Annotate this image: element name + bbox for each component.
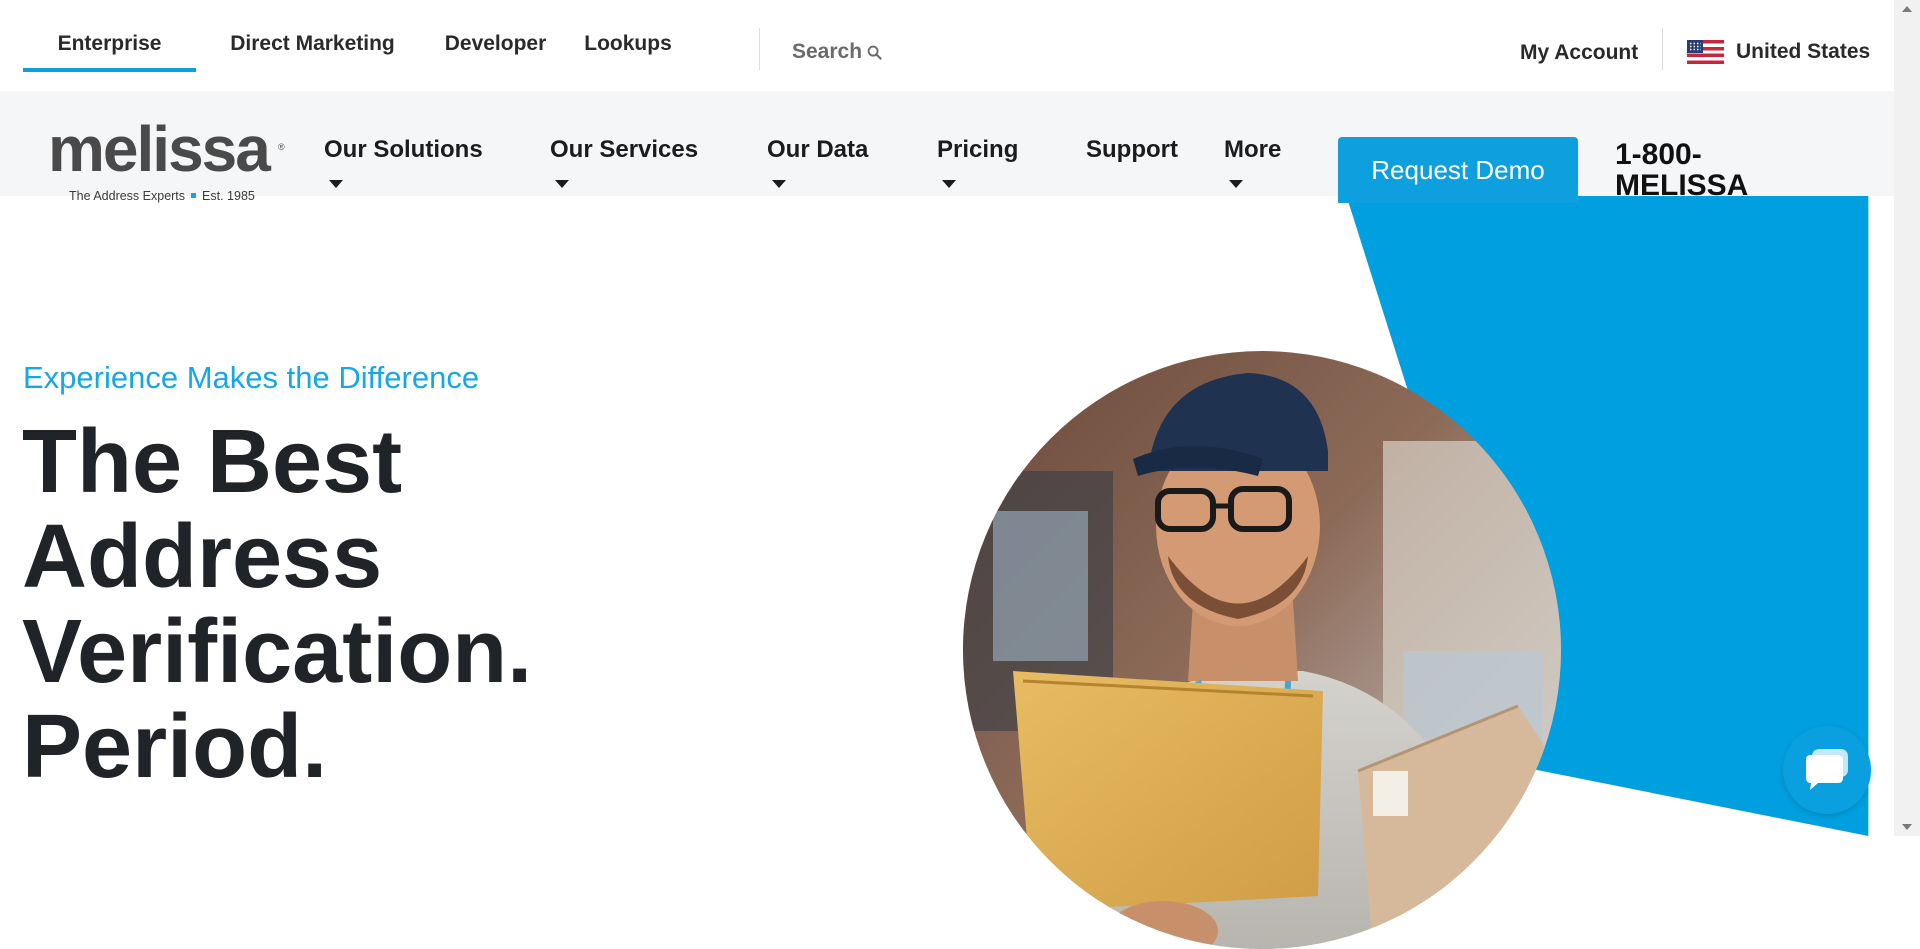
- vertical-scrollbar[interactable]: [1894, 0, 1920, 836]
- chevron-down-icon[interactable]: [329, 180, 343, 188]
- chevron-down-icon[interactable]: [1229, 180, 1243, 188]
- my-account-link[interactable]: My Account: [1520, 41, 1638, 65]
- search-link[interactable]: Search: [792, 40, 882, 64]
- scroll-down-arrow-icon[interactable]: [1902, 824, 1912, 830]
- tab-developer[interactable]: Developer: [429, 30, 562, 72]
- logo-wordmark: melissa: [48, 113, 271, 185]
- country-selector[interactable]: United States: [1687, 40, 1870, 64]
- nav-pricing[interactable]: Pricing: [937, 136, 1018, 164]
- headline-line: The Best: [22, 412, 403, 512]
- hero-photo-delivery-man: [963, 351, 1561, 949]
- chat-widget-button[interactable]: [1783, 726, 1871, 814]
- phone-number[interactable]: 1-800-MELISSA: [1615, 139, 1765, 201]
- logo-tagline: The Address Experts Est. 1985: [69, 189, 255, 203]
- melissa-logo[interactable]: melissa ® The Address Experts Est. 1985: [48, 114, 288, 206]
- us-flag-icon: [1687, 40, 1724, 64]
- segment-tabs: Enterprise Direct Marketing Developer Lo…: [23, 30, 694, 72]
- hero-eyebrow: Experience Makes the Difference: [23, 360, 480, 395]
- tagline-est: Est. 1985: [202, 189, 255, 203]
- chevron-down-icon[interactable]: [772, 180, 786, 188]
- chevron-down-icon[interactable]: [555, 180, 569, 188]
- nav-our-solutions[interactable]: Our Solutions: [324, 136, 483, 164]
- logo-registered-mark: ®: [278, 142, 285, 152]
- divider: [759, 28, 760, 70]
- tab-lookups[interactable]: Lookups: [562, 30, 694, 72]
- headline-line: Address: [22, 507, 383, 607]
- headline-line: Period.: [22, 697, 328, 797]
- nav-our-data[interactable]: Our Data: [767, 136, 868, 164]
- nav-our-services[interactable]: Our Services: [550, 136, 698, 164]
- chevron-down-icon[interactable]: [942, 180, 956, 188]
- country-label: United States: [1736, 40, 1871, 63]
- nav-more[interactable]: More: [1224, 136, 1281, 164]
- divider: [1662, 28, 1663, 70]
- top-utility-bar: Enterprise Direct Marketing Developer Lo…: [0, 0, 1894, 91]
- hero-headline: The Best Address Verification. Period.: [22, 415, 662, 795]
- chat-bubble-icon: [1806, 749, 1848, 790]
- scroll-up-arrow-icon[interactable]: [1902, 6, 1912, 12]
- search-label: Search: [792, 40, 863, 63]
- tab-direct-marketing[interactable]: Direct Marketing: [196, 30, 429, 72]
- tagline-text: The Address Experts: [69, 189, 186, 203]
- search-icon: [867, 45, 882, 60]
- tab-enterprise[interactable]: Enterprise: [23, 30, 196, 72]
- headline-line: Verification.: [22, 602, 533, 702]
- nav-support[interactable]: Support: [1086, 136, 1178, 164]
- request-demo-button[interactable]: Request Demo: [1338, 137, 1578, 203]
